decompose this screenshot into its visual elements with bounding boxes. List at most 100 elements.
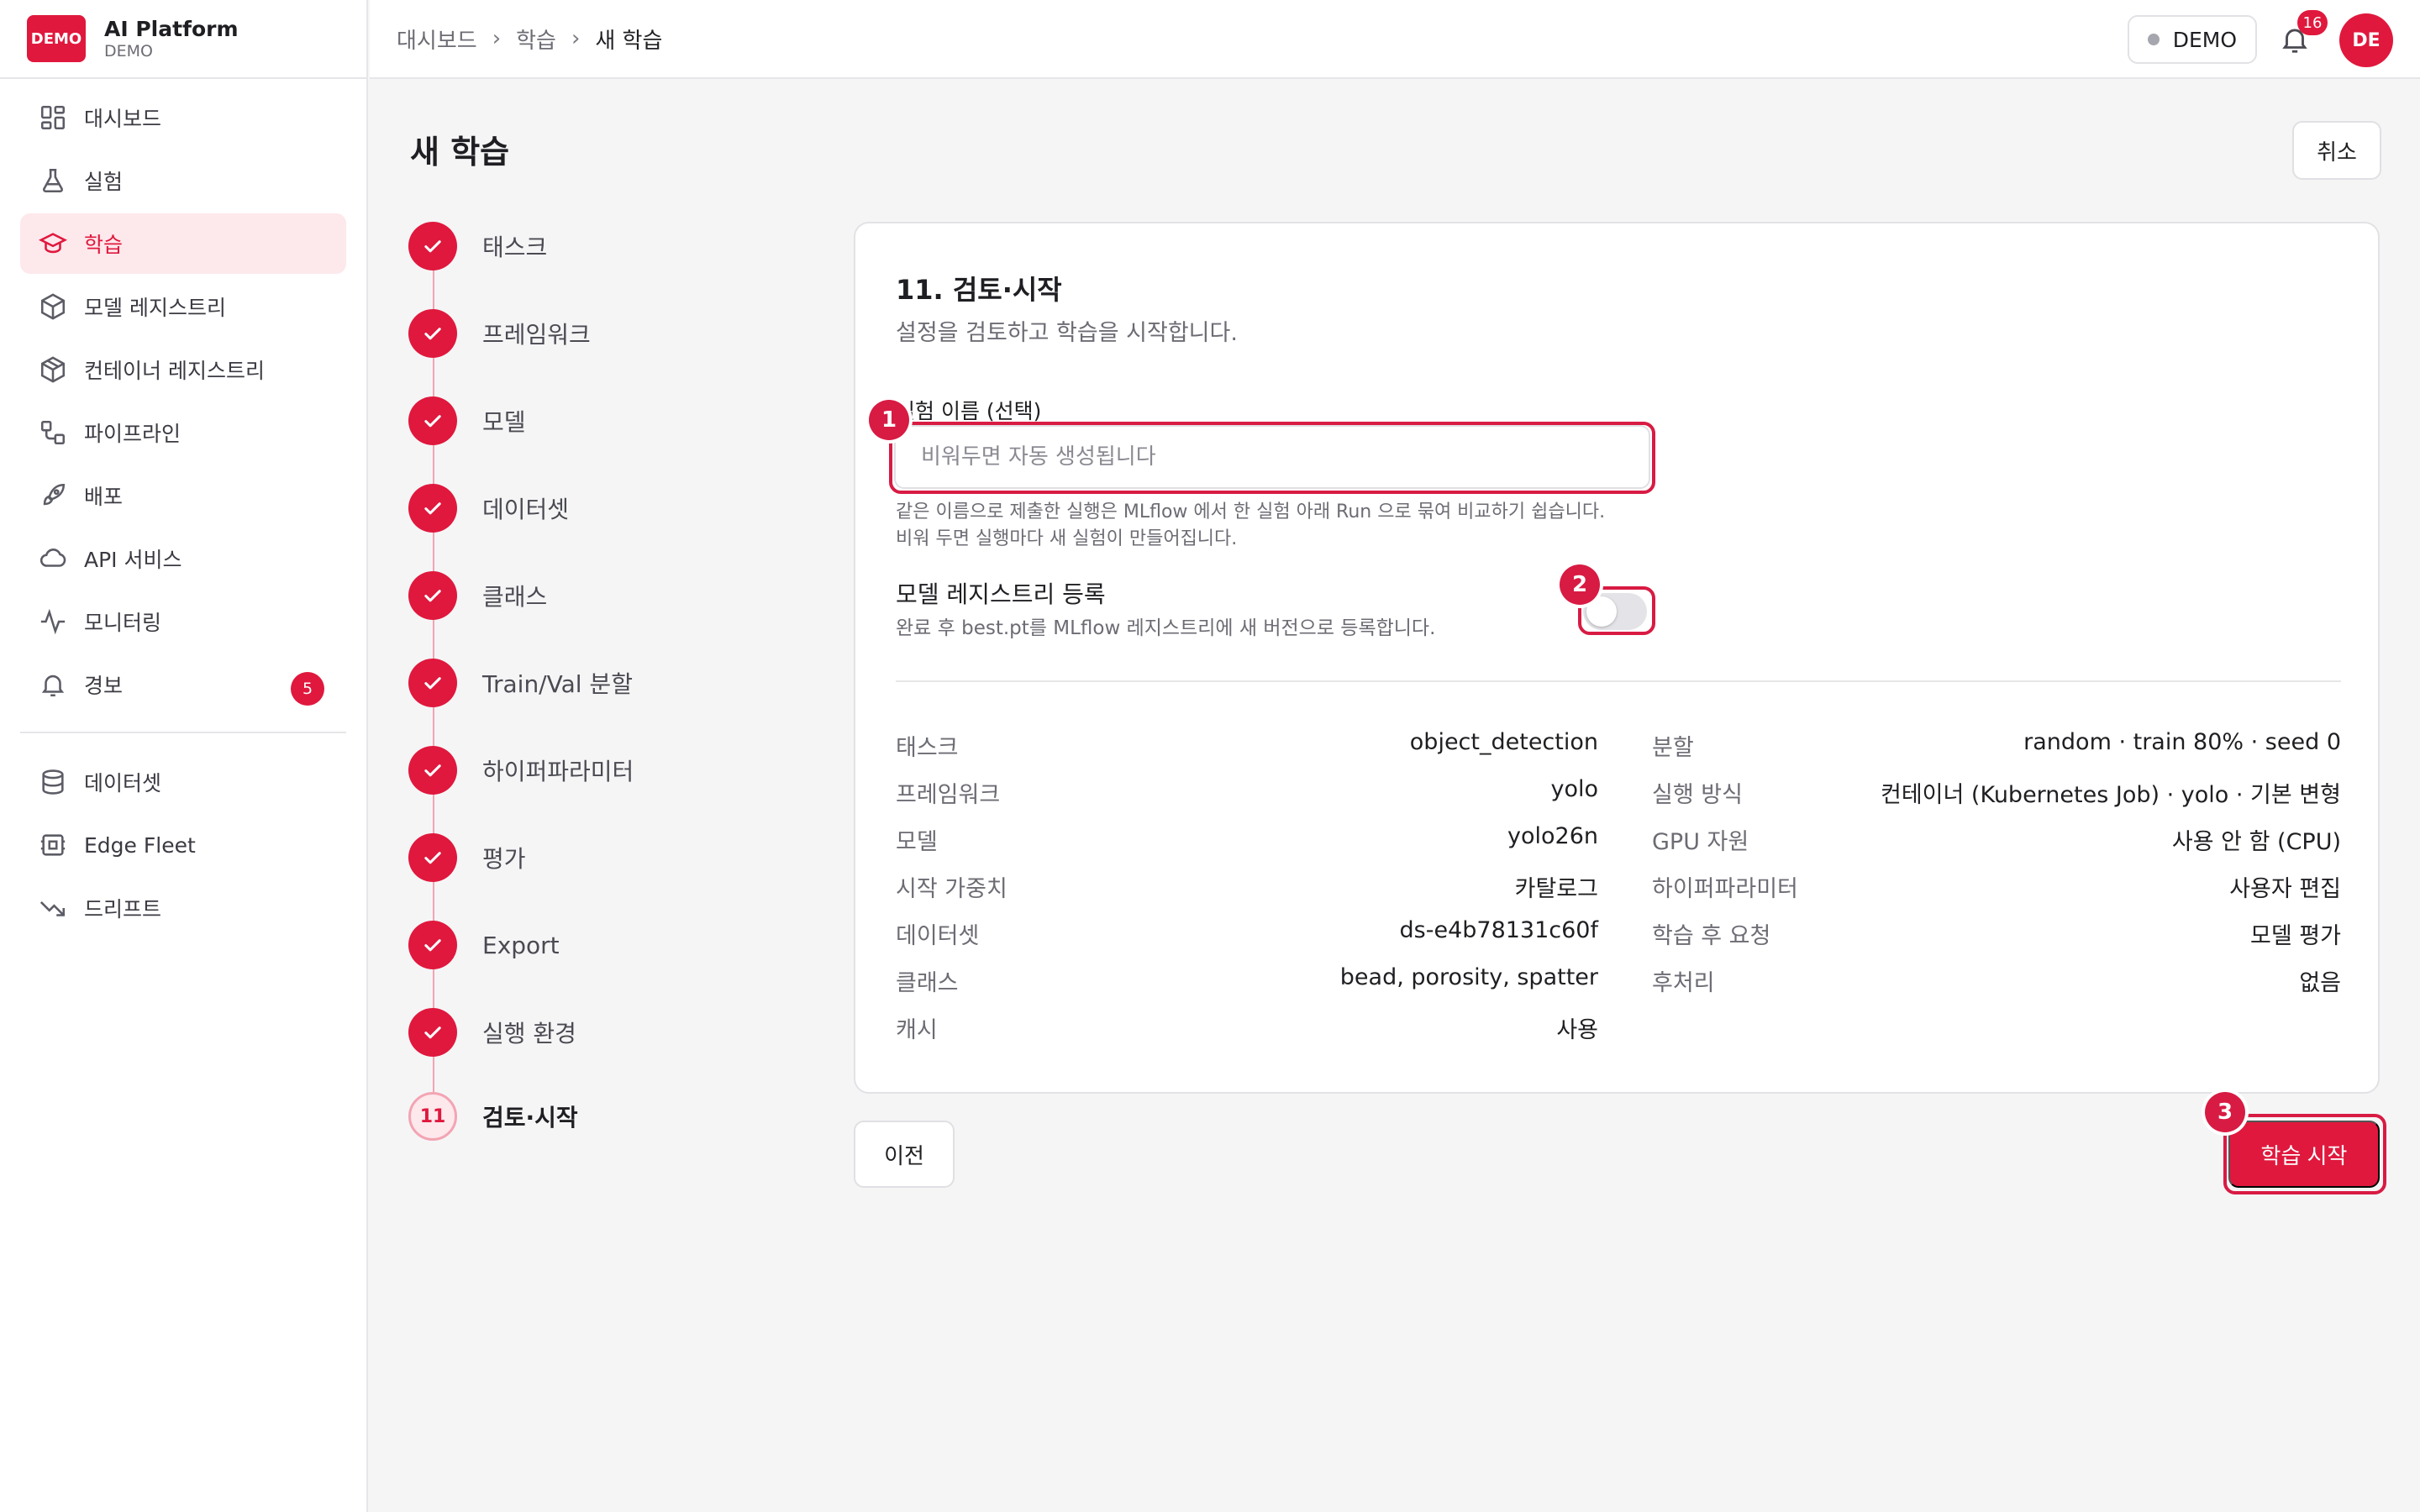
wizard-step-1[interactable]: 태스크: [408, 222, 547, 270]
sidebar-item-pipeline[interactable]: 파이프라인: [20, 402, 346, 463]
stepper-connector: [433, 270, 434, 309]
sidebar-item-label: 컨테이너 레지스트리: [84, 359, 265, 383]
summary-row: 분할 random · train 80% · seed 0: [1652, 721, 2341, 768]
sidebar-item-alerts[interactable]: 경보 5: [20, 654, 346, 715]
sidebar-item-label: 데이터셋: [84, 771, 162, 795]
summary-key: 실행 방식: [1652, 782, 1743, 808]
sidebar-item-experiments[interactable]: 실험: [20, 150, 346, 211]
sidebar-item-edge-fleet[interactable]: Edge Fleet: [20, 815, 346, 875]
experiment-name-label: 실험 이름 (선택): [896, 399, 1042, 423]
summary-value: 카탈로그: [1514, 876, 1598, 902]
sidebar-item-datasets[interactable]: 데이터셋: [20, 752, 346, 812]
user-avatar[interactable]: DE: [2339, 13, 2393, 67]
step-number: 11: [408, 1092, 457, 1141]
stepper-connector: [433, 445, 434, 484]
cloud-icon: [39, 544, 67, 573]
wizard-step-4[interactable]: 데이터셋: [408, 484, 569, 533]
sidebar-nav: 대시보드 실험 학습 모델 레지스트리 컨테이너 레지스트리 파이프라인 배포 …: [0, 79, 366, 938]
sidebar-item-label: 배포: [84, 485, 124, 509]
summary-value: yolo26n: [1507, 823, 1598, 849]
summary-value: 사용: [1556, 1017, 1598, 1043]
brand-logo: DEMO: [27, 15, 86, 62]
summary-row: 시작 가중치 카탈로그: [896, 862, 1598, 909]
sidebar-item-drift[interactable]: 드리프트: [20, 878, 346, 938]
summary-row: GPU 자원 사용 안 함 (CPU): [1652, 815, 2341, 862]
sidebar-item-deploy[interactable]: 배포: [20, 465, 346, 526]
sidebar-item-label: 실험: [84, 170, 124, 194]
summary-row: 실행 방식 컨테이너 (Kubernetes Job) · yolo · 기본 변…: [1652, 768, 2341, 815]
sidebar-item-training[interactable]: 학습: [20, 213, 346, 274]
start-training-button[interactable]: 학습 시작: [2228, 1121, 2380, 1188]
step-label: 클래스: [482, 583, 548, 611]
notification-count-badge: 16: [2297, 10, 2328, 35]
wizard-step-7[interactable]: 하이퍼파라미터: [408, 746, 634, 795]
summary-row: 프레임워크 yolo: [896, 768, 1598, 815]
summary-list-right: 분할 random · train 80% · seed 0 실행 방식 컨테이너 (…: [1652, 721, 2341, 1003]
registry-register-description: 완료 후 best.pt를 MLflow 레지스트리에 새 버전으로 등록합니다…: [896, 617, 1436, 639]
chevron-right-icon: ›: [492, 26, 502, 51]
annotation-marker-2: 2: [1560, 564, 1600, 605]
summary-value: 사용자 편집: [2229, 876, 2341, 902]
experiment-name-hint: 같은 이름으로 제출한 실행은 MLflow 에서 한 실험 아래 Run 으로…: [896, 501, 1606, 522]
brand[interactable]: DEMO AI Platform DEMO: [0, 0, 366, 79]
summary-value: bead, porosity, spatter: [1339, 964, 1598, 990]
sidebar-item-monitoring[interactable]: 모니터링: [20, 591, 346, 652]
wizard-step-9[interactable]: Export: [408, 921, 560, 969]
check-icon: [408, 1008, 457, 1057]
cancel-button[interactable]: 취소: [2292, 121, 2381, 180]
wizard-step-5[interactable]: 클래스: [408, 571, 547, 620]
sidebar-item-label: 대시보드: [84, 107, 162, 131]
wizard-step-11[interactable]: 11 검토·시작: [408, 1092, 578, 1141]
brand-subtitle: DEMO: [104, 42, 153, 60]
environment-label: DEMO: [2172, 27, 2237, 52]
summary-key: 분할: [1652, 735, 1694, 761]
wizard-step-3[interactable]: 모델: [408, 396, 526, 445]
sidebar-item-dashboard[interactable]: 대시보드: [20, 87, 346, 148]
stepper-connector: [433, 533, 434, 571]
rocket-icon: [39, 481, 67, 510]
summary-row: 하이퍼파라미터 사용자 편집: [1652, 862, 2341, 909]
sidebar-item-container-registry[interactable]: 컨테이너 레지스트리: [20, 339, 346, 400]
summary-key: GPU 자원: [1652, 829, 1749, 855]
annotation-marker-3: 3: [2205, 1092, 2245, 1132]
database-icon: [39, 768, 67, 796]
check-icon: [408, 659, 457, 707]
summary-key: 후처리: [1652, 970, 1715, 996]
wizard-step-6[interactable]: Train/Val 분할: [408, 659, 633, 707]
environment-selector[interactable]: DEMO: [2127, 15, 2257, 64]
check-icon: [408, 396, 457, 445]
summary-key: 태스크: [896, 735, 959, 761]
step-label: 평가: [482, 845, 526, 873]
summary-key: 하이퍼파라미터: [1652, 876, 1798, 902]
breadcrumb-dashboard[interactable]: 대시보드: [397, 24, 477, 55]
summary-value: 모델 평가: [2250, 923, 2341, 949]
summary-value: object_detection: [1409, 729, 1598, 755]
summary-key: 프레임워크: [896, 782, 1001, 808]
stepper-connector: [433, 358, 434, 396]
step-label: 하이퍼파라미터: [482, 758, 634, 785]
sidebar-item-api-service[interactable]: API 서비스: [20, 528, 346, 589]
sidebar-item-label: API 서비스: [84, 548, 182, 572]
sidebar-item-model-registry[interactable]: 모델 레지스트리: [20, 276, 346, 337]
wizard-step-10[interactable]: 실행 환경: [408, 1008, 576, 1057]
step-label: 검토·시작: [482, 1104, 578, 1131]
experiment-name-input[interactable]: [894, 425, 1650, 489]
summary-row: 캐시 사용: [896, 1003, 1598, 1050]
sidebar-item-label: 모니터링: [84, 611, 162, 635]
breadcrumb-training[interactable]: 학습: [516, 24, 556, 55]
sidebar-item-label: 경보: [84, 674, 124, 698]
pipeline-icon: [39, 418, 67, 447]
stepper-connector: [433, 1057, 434, 1092]
summary-row: 데이터셋 ds-e4b78131c60f: [896, 909, 1598, 956]
summary-key: 클래스: [896, 970, 959, 996]
check-icon: [408, 484, 457, 533]
summary-row: 클래스 bead, porosity, spatter: [896, 956, 1598, 1003]
summary-row: 학습 후 요청 모델 평가: [1652, 909, 2341, 956]
previous-button[interactable]: 이전: [854, 1121, 955, 1188]
wizard-step-8[interactable]: 평가: [408, 833, 526, 882]
summary-value: 컨테이너 (Kubernetes Job) · yolo · 기본 변형: [1880, 782, 2341, 808]
registry-register-label: 모델 레지스트리 등록: [896, 580, 1106, 608]
sidebar-divider: [20, 732, 346, 733]
summary-key: 시작 가중치: [896, 876, 1007, 902]
wizard-step-2[interactable]: 프레임워크: [408, 309, 591, 358]
